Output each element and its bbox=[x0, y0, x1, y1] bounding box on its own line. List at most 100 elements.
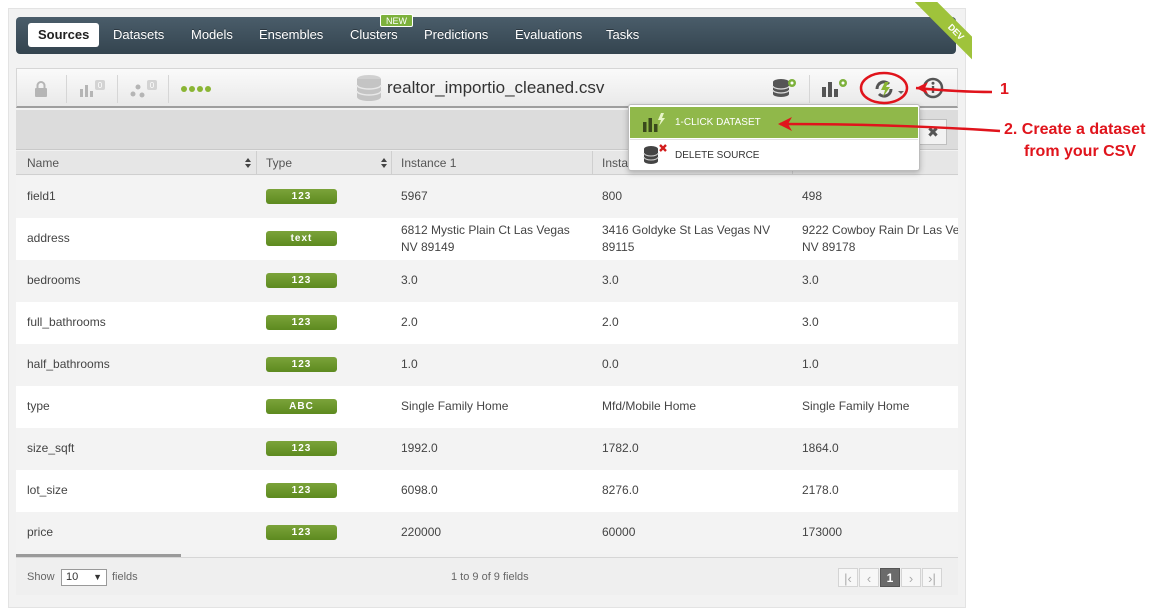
field-type-badge: 123 bbox=[266, 315, 337, 330]
model-config-icon[interactable] bbox=[821, 77, 849, 99]
pagination-range: 1 to 9 of 9 fields bbox=[451, 571, 529, 583]
model-icon[interactable]: 0 bbox=[79, 79, 107, 99]
instance-1-value: 1.0 bbox=[401, 357, 418, 371]
status-dots-icon bbox=[181, 86, 211, 92]
instance-2-value: 60000 bbox=[602, 525, 636, 539]
menu-item-label: DELETE SOURCE bbox=[675, 150, 760, 161]
lock-icon[interactable] bbox=[34, 81, 48, 97]
nav-tab-tasks[interactable]: Tasks bbox=[596, 23, 649, 47]
table-row[interactable]: field1 123 5967 800 498 bbox=[16, 176, 958, 218]
instance-2-value: Mfd/Mobile Home bbox=[602, 399, 697, 413]
last-page-icon[interactable]: ›| bbox=[922, 568, 942, 587]
instance-3-value: 1.0 bbox=[802, 357, 819, 371]
field-name: address bbox=[27, 231, 70, 245]
next-page-icon[interactable]: › bbox=[901, 568, 921, 587]
clusters-count: 0 bbox=[150, 81, 155, 90]
instance-3-value: 3.0 bbox=[802, 273, 819, 287]
database-icon bbox=[356, 75, 382, 101]
cluster-icon[interactable]: 0 bbox=[129, 79, 159, 99]
instance-3-value: 3.0 bbox=[802, 315, 819, 329]
annotation-step-1: 1 bbox=[1000, 81, 1009, 98]
instance-3-value: 498 bbox=[802, 189, 823, 203]
page-size-value: 10 bbox=[66, 571, 79, 583]
nav-tab-sources[interactable]: Sources bbox=[28, 23, 100, 47]
field-type-badge: text bbox=[266, 231, 337, 246]
field-type-badge: ABC bbox=[266, 399, 337, 414]
info-icon[interactable] bbox=[922, 77, 944, 99]
instance-2-value: 8276.0 bbox=[602, 483, 639, 497]
one-click-menu: 1-CLICK DATASET DELETE SOURCE bbox=[628, 104, 920, 171]
sort-icon[interactable] bbox=[380, 157, 388, 169]
models-count: 0 bbox=[98, 81, 103, 90]
instance-2-value: 0.0 bbox=[602, 357, 619, 371]
nav-tab-datasets[interactable]: Datasets bbox=[103, 23, 174, 47]
field-name: price bbox=[27, 525, 54, 539]
prev-page-icon[interactable]: ‹ bbox=[859, 568, 879, 587]
field-name: bedrooms bbox=[27, 273, 81, 287]
field-name: size_sqft bbox=[27, 441, 75, 455]
menu-item-one-click-dataset[interactable]: 1-CLICK DATASET bbox=[630, 107, 918, 138]
first-page-icon[interactable]: |‹ bbox=[838, 568, 858, 587]
instance-3-value: 2178.0 bbox=[802, 483, 839, 497]
instance-3-value: 173000 bbox=[802, 525, 843, 539]
source-filename: realtor_importio_cleaned.csv bbox=[387, 78, 605, 97]
field-name: lot_size bbox=[27, 483, 68, 497]
field-type-badge: 123 bbox=[266, 357, 337, 372]
table-row[interactable]: price 123 220000 60000 173000 bbox=[16, 512, 958, 554]
field-type-badge: 123 bbox=[266, 441, 337, 456]
table-row[interactable]: size_sqft 123 1992.0 1782.0 1864.0 bbox=[16, 428, 958, 470]
main-nav: Sources Datasets Models Ensembles Cluste… bbox=[16, 14, 956, 54]
one-click-actions-icon[interactable] bbox=[868, 75, 908, 103]
page-size-select[interactable]: 10 ▼ bbox=[61, 569, 107, 586]
current-page-button[interactable]: 1 bbox=[880, 568, 900, 587]
nav-tab-evaluations[interactable]: Evaluations bbox=[505, 23, 592, 47]
column-header-type[interactable]: Type bbox=[266, 151, 292, 175]
nav-tab-ensembles[interactable]: Ensembles bbox=[249, 23, 333, 47]
annotation-step-2-line-2: from your CSV bbox=[1024, 143, 1137, 160]
dev-ribbon-label: DEV bbox=[914, 2, 972, 72]
table-row[interactable]: full_bathrooms 123 2.0 2.0 3.0 bbox=[16, 302, 958, 344]
column-header-instance-2[interactable]: Insta bbox=[602, 151, 628, 175]
menu-item-delete-source[interactable]: DELETE SOURCE bbox=[630, 139, 918, 170]
field-type-badge: 123 bbox=[266, 483, 337, 498]
instance-1-value: 2.0 bbox=[401, 315, 418, 329]
instance-2-value: 3.0 bbox=[602, 273, 619, 287]
fields-table-body: field1 123 5967 800 498 address text 6812 Mysti… bbox=[16, 176, 958, 554]
delete-source-icon bbox=[643, 144, 667, 164]
fields-label: fields bbox=[112, 571, 138, 583]
field-type-badge: 123 bbox=[266, 273, 337, 288]
instance-3-value: 1864.0 bbox=[802, 441, 839, 455]
table-row[interactable]: lot_size 123 6098.0 8276.0 2178.0 bbox=[16, 470, 958, 512]
source-toolbar: 0 0 realtor_importio_cleaned.csv bbox=[16, 68, 958, 108]
table-row[interactable]: half_bathrooms 123 1.0 0.0 1.0 bbox=[16, 344, 958, 386]
instance-2-value: 2.0 bbox=[602, 315, 619, 329]
table-row[interactable]: type ABC Single Family Home Mfd/Mobile Home… bbox=[16, 386, 958, 428]
column-header-instance-1[interactable]: Instance 1 bbox=[401, 151, 456, 175]
close-filter-button[interactable]: ✖ bbox=[919, 119, 947, 145]
column-header-name[interactable]: Name bbox=[27, 151, 59, 175]
one-click-dataset-icon bbox=[643, 113, 665, 132]
instance-1-value: Single Family Home bbox=[401, 399, 509, 413]
table-row[interactable]: address text 6812 Mystic Plain Ct Las Vega… bbox=[16, 218, 958, 260]
field-type-badge: 123 bbox=[266, 525, 337, 540]
sort-icon[interactable] bbox=[244, 157, 252, 169]
instance-2-value: 3416 Goldyke St Las Vegas NV 89115 bbox=[602, 223, 771, 254]
instance-1-value: 6812 Mystic Plain Ct Las Vegas NV 89149 bbox=[401, 223, 570, 254]
field-name: half_bathrooms bbox=[27, 357, 110, 371]
instance-2-value: 800 bbox=[602, 189, 623, 203]
dataset-config-icon[interactable] bbox=[771, 76, 799, 100]
instance-1-value: 6098.0 bbox=[401, 483, 438, 497]
dev-ribbon: DEV bbox=[902, 2, 972, 72]
nav-tab-models[interactable]: Models bbox=[181, 23, 243, 47]
field-type-badge: 123 bbox=[266, 189, 337, 204]
instance-1-value: 220000 bbox=[401, 525, 442, 539]
nav-tab-predictions[interactable]: Predictions bbox=[414, 23, 498, 47]
instance-1-value: 3.0 bbox=[401, 273, 418, 287]
instance-2-value: 1782.0 bbox=[602, 441, 639, 455]
table-footer: Show 10 ▼ fields 1 to 9 of 9 fields |‹ ‹… bbox=[16, 557, 958, 595]
field-name: full_bathrooms bbox=[27, 315, 106, 329]
instance-3-value: Single Family Home bbox=[802, 399, 910, 413]
table-row[interactable]: bedrooms 123 3.0 3.0 3.0 bbox=[16, 260, 958, 302]
annotation-step-2-line-1: 2. Create a dataset bbox=[1004, 121, 1146, 138]
instance-3-value: 9222 Cowboy Rain Dr Las Ve NV 89178 bbox=[802, 223, 958, 254]
